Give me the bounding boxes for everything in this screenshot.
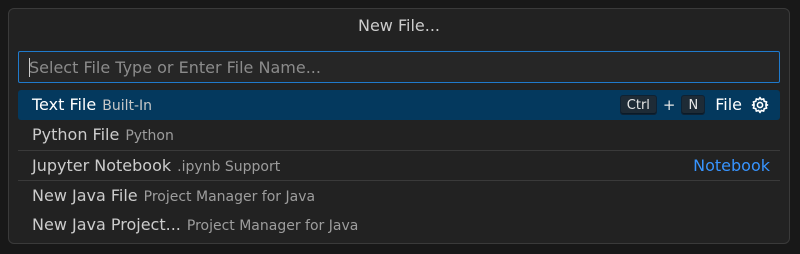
item-label: Text File bbox=[32, 95, 97, 114]
file-type-list: Text File Built-In Ctrl + N File Python F… bbox=[18, 90, 780, 240]
gear-icon[interactable] bbox=[750, 95, 770, 115]
file-name-input-box[interactable] bbox=[18, 51, 780, 83]
keybinding-plus: + bbox=[662, 96, 676, 114]
list-item-new-java-file[interactable]: New Java File Project Manager for Java bbox=[18, 180, 780, 210]
text-caret bbox=[29, 58, 30, 77]
item-label: New Java File bbox=[32, 186, 138, 205]
quick-pick-title: New File... bbox=[357, 16, 440, 35]
list-item-text-file[interactable]: Text File Built-In Ctrl + N File bbox=[18, 90, 780, 120]
file-type-input[interactable] bbox=[19, 52, 779, 82]
item-description: Project Manager for Java bbox=[186, 218, 359, 234]
window-background: New File... Text File Built-In Ctrl + N F… bbox=[0, 0, 800, 254]
item-label: New Java Project... bbox=[32, 215, 181, 234]
item-label: Jupyter Notebook bbox=[32, 156, 172, 175]
keybinding-suffix: File bbox=[715, 95, 742, 114]
item-description: Python bbox=[125, 128, 174, 144]
list-item-new-java-project[interactable]: New Java Project... Project Manager for J… bbox=[18, 210, 780, 240]
keybinding-area: Ctrl + N File bbox=[619, 90, 770, 120]
list-item-jupyter-notebook[interactable]: Jupyter Notebook .ipynb Support Notebook bbox=[18, 150, 780, 180]
item-label: Python File bbox=[32, 125, 120, 144]
keybinding-key-n: N bbox=[681, 95, 706, 115]
keybinding-key-ctrl: Ctrl bbox=[619, 95, 657, 115]
item-description: Project Manager for Java bbox=[143, 189, 316, 205]
item-description: .ipynb Support bbox=[177, 159, 281, 175]
item-description: Built-In bbox=[102, 98, 153, 114]
category-label: Notebook bbox=[693, 156, 770, 175]
category-area: Notebook bbox=[693, 151, 770, 181]
list-item-python-file[interactable]: Python File Python bbox=[18, 120, 780, 150]
new-file-quick-pick: New File... Text File Built-In Ctrl + N F… bbox=[8, 8, 790, 244]
